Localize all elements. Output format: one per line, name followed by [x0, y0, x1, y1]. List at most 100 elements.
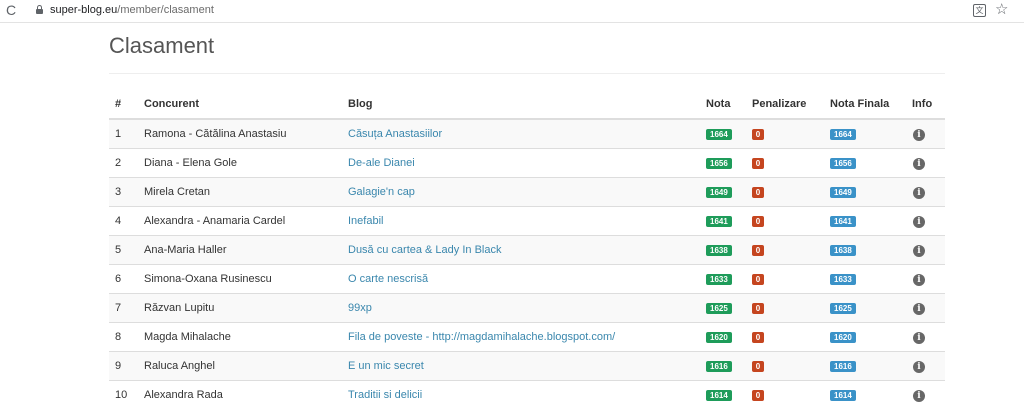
- table-row: 2 Diana - Elena Gole De-ale Dianei 1656 …: [109, 149, 945, 178]
- penalizare-badge: 0: [752, 158, 764, 169]
- row-penalizare: 0: [746, 352, 824, 381]
- row-num: 6: [109, 265, 138, 294]
- row-info: i: [906, 119, 945, 149]
- header-nota: Nota: [700, 90, 746, 119]
- row-nota-finala: 1649: [824, 178, 906, 207]
- row-nota-finala: 1616: [824, 352, 906, 381]
- blog-link[interactable]: Traditii si delicii: [348, 389, 422, 401]
- table-header-row: # Concurent Blog Nota Penalizare Nota Fi…: [109, 90, 945, 119]
- row-num: 7: [109, 294, 138, 323]
- nota-finala-badge: 1614: [830, 390, 856, 401]
- row-penalizare: 0: [746, 236, 824, 265]
- penalizare-badge: 0: [752, 129, 764, 140]
- row-concurent: Răzvan Lupitu: [138, 294, 342, 323]
- blog-link[interactable]: Dusă cu cartea & Lady In Black: [348, 244, 501, 256]
- url-field[interactable]: super-blog.eu/member/clasament: [50, 3, 214, 18]
- lock-icon[interactable]: [36, 5, 43, 14]
- blog-link[interactable]: Inefabil: [348, 215, 383, 227]
- row-num: 3: [109, 178, 138, 207]
- blog-link[interactable]: O carte nescrisă: [348, 273, 428, 285]
- info-icon[interactable]: i: [913, 303, 925, 315]
- nota-finala-badge: 1625: [830, 303, 856, 314]
- row-nota-finala: 1664: [824, 119, 906, 149]
- row-blog: E un mic secret: [342, 352, 700, 381]
- row-concurent: Diana - Elena Gole: [138, 149, 342, 178]
- browser-address-bar: C super-blog.eu/member/clasament 文 ☆: [0, 0, 1024, 23]
- penalizare-badge: 0: [752, 187, 764, 198]
- header-penalizare: Penalizare: [746, 90, 824, 119]
- table-row: 9 Raluca Anghel E un mic secret 1616 0 1…: [109, 352, 945, 381]
- nota-badge: 1625: [706, 303, 732, 314]
- title-divider: [109, 73, 945, 74]
- penalizare-badge: 0: [752, 245, 764, 256]
- row-concurent: Ana-Maria Haller: [138, 236, 342, 265]
- info-icon[interactable]: i: [913, 216, 925, 228]
- nota-badge: 1616: [706, 361, 732, 372]
- row-concurent: Ramona - Cătălina Anastasiu: [138, 119, 342, 149]
- header-info: Info: [906, 90, 945, 119]
- bookmark-star-icon[interactable]: ☆: [995, 1, 1008, 19]
- penalizare-badge: 0: [752, 303, 764, 314]
- row-info: i: [906, 265, 945, 294]
- blog-link[interactable]: Galagie'n cap: [348, 186, 415, 198]
- nota-finala-badge: 1664: [830, 129, 856, 140]
- header-blog: Blog: [342, 90, 700, 119]
- nota-badge: 1656: [706, 158, 732, 169]
- info-icon[interactable]: i: [913, 245, 925, 257]
- url-path: /member/clasament: [117, 4, 214, 16]
- nota-badge: 1649: [706, 187, 732, 198]
- table-row: 5 Ana-Maria Haller Dusă cu cartea & Lady…: [109, 236, 945, 265]
- row-concurent: Simona-Oxana Rusinescu: [138, 265, 342, 294]
- nota-finala-badge: 1656: [830, 158, 856, 169]
- row-concurent: Alexandra - Anamaria Cardel: [138, 207, 342, 236]
- row-nota-finala: 1620: [824, 323, 906, 352]
- info-icon[interactable]: i: [913, 129, 925, 141]
- info-icon[interactable]: i: [913, 361, 925, 373]
- row-info: i: [906, 323, 945, 352]
- info-icon[interactable]: i: [913, 187, 925, 199]
- row-info: i: [906, 207, 945, 236]
- row-nota: 1620: [700, 323, 746, 352]
- blog-link[interactable]: 99xp: [348, 302, 372, 314]
- row-nota: 1616: [700, 352, 746, 381]
- nota-badge: 1641: [706, 216, 732, 227]
- info-icon[interactable]: i: [913, 158, 925, 170]
- row-num: 5: [109, 236, 138, 265]
- blog-link[interactable]: Fila de poveste - http://magdamihalache.…: [348, 331, 615, 343]
- blog-link[interactable]: Căsuța Anastasiilor: [348, 128, 442, 140]
- nota-badge: 1614: [706, 390, 732, 401]
- reload-icon[interactable]: C: [4, 2, 18, 18]
- row-info: i: [906, 178, 945, 207]
- row-blog: 99xp: [342, 294, 700, 323]
- row-penalizare: 0: [746, 265, 824, 294]
- row-penalizare: 0: [746, 119, 824, 149]
- row-info: i: [906, 352, 945, 381]
- row-concurent: Magda Mihalache: [138, 323, 342, 352]
- row-info: i: [906, 294, 945, 323]
- row-penalizare: 0: [746, 323, 824, 352]
- nota-finala-badge: 1638: [830, 245, 856, 256]
- nota-finala-badge: 1649: [830, 187, 856, 198]
- blog-link[interactable]: E un mic secret: [348, 360, 424, 372]
- info-icon[interactable]: i: [913, 390, 925, 402]
- blog-link[interactable]: De-ale Dianei: [348, 157, 415, 169]
- penalizare-badge: 0: [752, 390, 764, 401]
- page-title: Clasament: [109, 31, 214, 61]
- row-num: 8: [109, 323, 138, 352]
- row-nota-finala: 1638: [824, 236, 906, 265]
- row-info: i: [906, 149, 945, 178]
- row-blog: Inefabil: [342, 207, 700, 236]
- row-nota: 1641: [700, 207, 746, 236]
- row-nota: 1656: [700, 149, 746, 178]
- row-nota-finala: 1656: [824, 149, 906, 178]
- info-icon[interactable]: i: [913, 332, 925, 344]
- header-nota-finala: Nota Finala: [824, 90, 906, 119]
- translate-icon[interactable]: 文: [973, 4, 986, 17]
- row-penalizare: 0: [746, 149, 824, 178]
- info-icon[interactable]: i: [913, 274, 925, 286]
- nota-badge: 1664: [706, 129, 732, 140]
- row-blog: Căsuța Anastasiilor: [342, 119, 700, 149]
- row-blog: Dusă cu cartea & Lady In Black: [342, 236, 700, 265]
- table-row: 7 Răzvan Lupitu 99xp 1625 0 1625 i: [109, 294, 945, 323]
- header-num: #: [109, 90, 138, 119]
